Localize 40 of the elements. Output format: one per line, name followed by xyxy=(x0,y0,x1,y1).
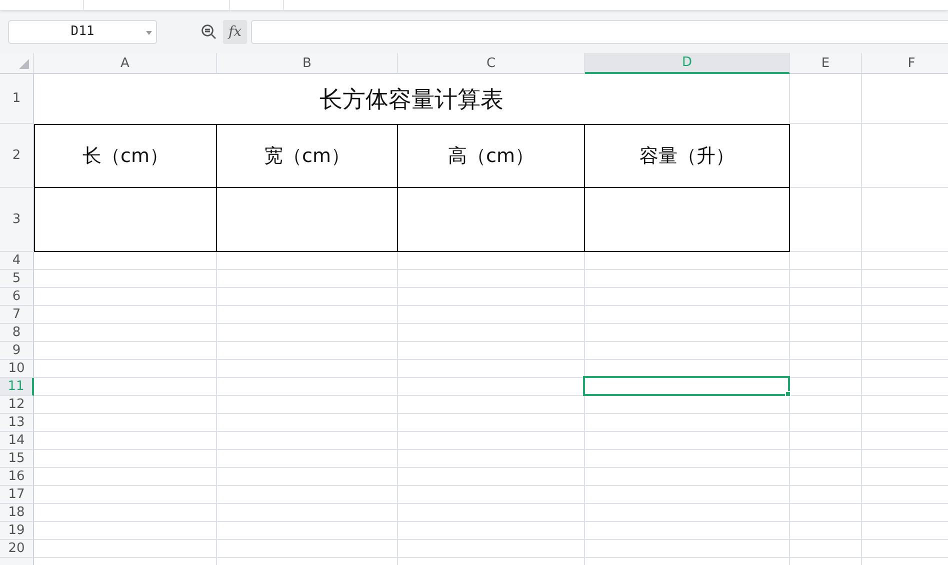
row-header[interactable]: 18 xyxy=(0,504,34,522)
select-all-icon[interactable] xyxy=(19,59,29,69)
row-header[interactable]: 5 xyxy=(0,270,34,288)
table-header-cell: 宽（cm） xyxy=(217,124,398,188)
function-button[interactable]: fx xyxy=(223,20,247,44)
row-header[interactable]: 9 xyxy=(0,342,34,360)
row-header[interactable]: 12 xyxy=(0,396,34,414)
row-header[interactable]: 4 xyxy=(0,252,34,270)
sheet-cell[interactable] xyxy=(34,188,217,252)
column-header[interactable]: A xyxy=(34,53,217,74)
row-header[interactable]: 19 xyxy=(0,522,34,540)
sheet-cell[interactable] xyxy=(585,188,790,252)
sheet-cell[interactable] xyxy=(217,188,398,252)
sheet-title: 长方体容量计算表 xyxy=(34,74,790,124)
row-header[interactable]: 2 xyxy=(0,124,34,188)
sheet-cell[interactable] xyxy=(398,188,585,252)
table-header-cell: 容量（升） xyxy=(585,124,790,188)
column-header[interactable]: C xyxy=(398,53,585,74)
row-header[interactable]: 16 xyxy=(0,468,34,486)
row-header[interactable]: 13 xyxy=(0,414,34,432)
dropdown-caret-icon[interactable] xyxy=(146,30,152,34)
row-header[interactable]: 15 xyxy=(0,450,34,468)
row-header[interactable]: 10 xyxy=(0,360,34,378)
row-header[interactable]: 8 xyxy=(0,324,34,342)
row-header[interactable]: 14 xyxy=(0,432,34,450)
row-header[interactable]: 20 xyxy=(0,540,34,558)
row-header[interactable]: 1 xyxy=(0,74,34,124)
row-header[interactable]: 6 xyxy=(0,288,34,306)
row-header[interactable]: 3 xyxy=(0,188,34,252)
name-box[interactable]: D11 xyxy=(8,20,157,44)
zoom-out-icon[interactable] xyxy=(201,24,217,40)
cell-reference: D11 xyxy=(70,24,94,39)
column-header[interactable]: F xyxy=(862,53,948,74)
selected-cell-outline[interactable] xyxy=(583,376,790,396)
column-header[interactable]: B xyxy=(217,53,398,74)
table-header-cell: 长（cm） xyxy=(34,124,217,188)
row-header[interactable]: 7 xyxy=(0,306,34,324)
row-header[interactable]: 17 xyxy=(0,486,34,504)
table-header-cell: 高（cm） xyxy=(398,124,585,188)
column-header[interactable]: E xyxy=(790,53,862,74)
